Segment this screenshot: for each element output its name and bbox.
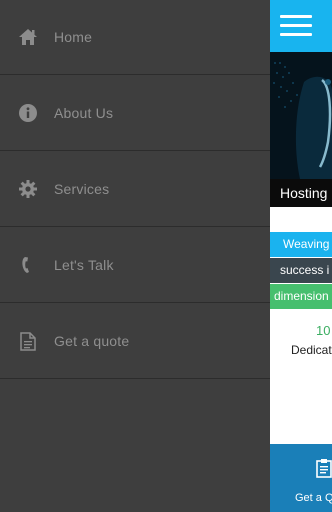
home-icon [18, 27, 38, 47]
phone-icon [18, 255, 38, 275]
drawer-item-label: Let's Talk [54, 257, 114, 273]
drawer-item-label: About Us [54, 105, 114, 121]
drawer-item-home[interactable]: Home [0, 0, 270, 75]
drawer-item-label: Services [54, 181, 110, 197]
gear-icon [18, 179, 38, 199]
main-content-peek: Hosting Weaving success i dimension 10 D… [270, 0, 332, 512]
get-a-quote-label: Get a Q [295, 492, 332, 504]
info-icon [18, 103, 38, 123]
navigation-drawer: Home About Us Services Let's Talk Get a … [0, 0, 271, 512]
stat-label: Dedicat [291, 343, 332, 357]
stat-number: 10 [316, 323, 331, 338]
drawer-item-lets-talk[interactable]: Let's Talk [0, 228, 270, 303]
hero-image [270, 52, 332, 179]
hero-caption: Hosting [270, 179, 332, 207]
app-bar [270, 0, 332, 52]
drawer-item-about-us[interactable]: About Us [0, 76, 270, 151]
drawer-item-label: Home [54, 29, 93, 45]
drawer-item-label: Get a quote [54, 333, 130, 349]
hero-banner: Hosting [270, 52, 332, 207]
get-a-quote-bar[interactable]: Get a Q [270, 444, 332, 512]
menu-icon[interactable] [280, 15, 312, 37]
drawer-item-get-a-quote[interactable]: Get a quote [0, 304, 270, 379]
drawer-item-services[interactable]: Services [0, 152, 270, 227]
tagline-band-1: Weaving [270, 232, 332, 257]
tagline-band-3: dimension [270, 284, 332, 309]
tagline-band-2: success i [270, 258, 332, 283]
clipboard-icon [316, 459, 332, 478]
document-icon [18, 331, 38, 351]
